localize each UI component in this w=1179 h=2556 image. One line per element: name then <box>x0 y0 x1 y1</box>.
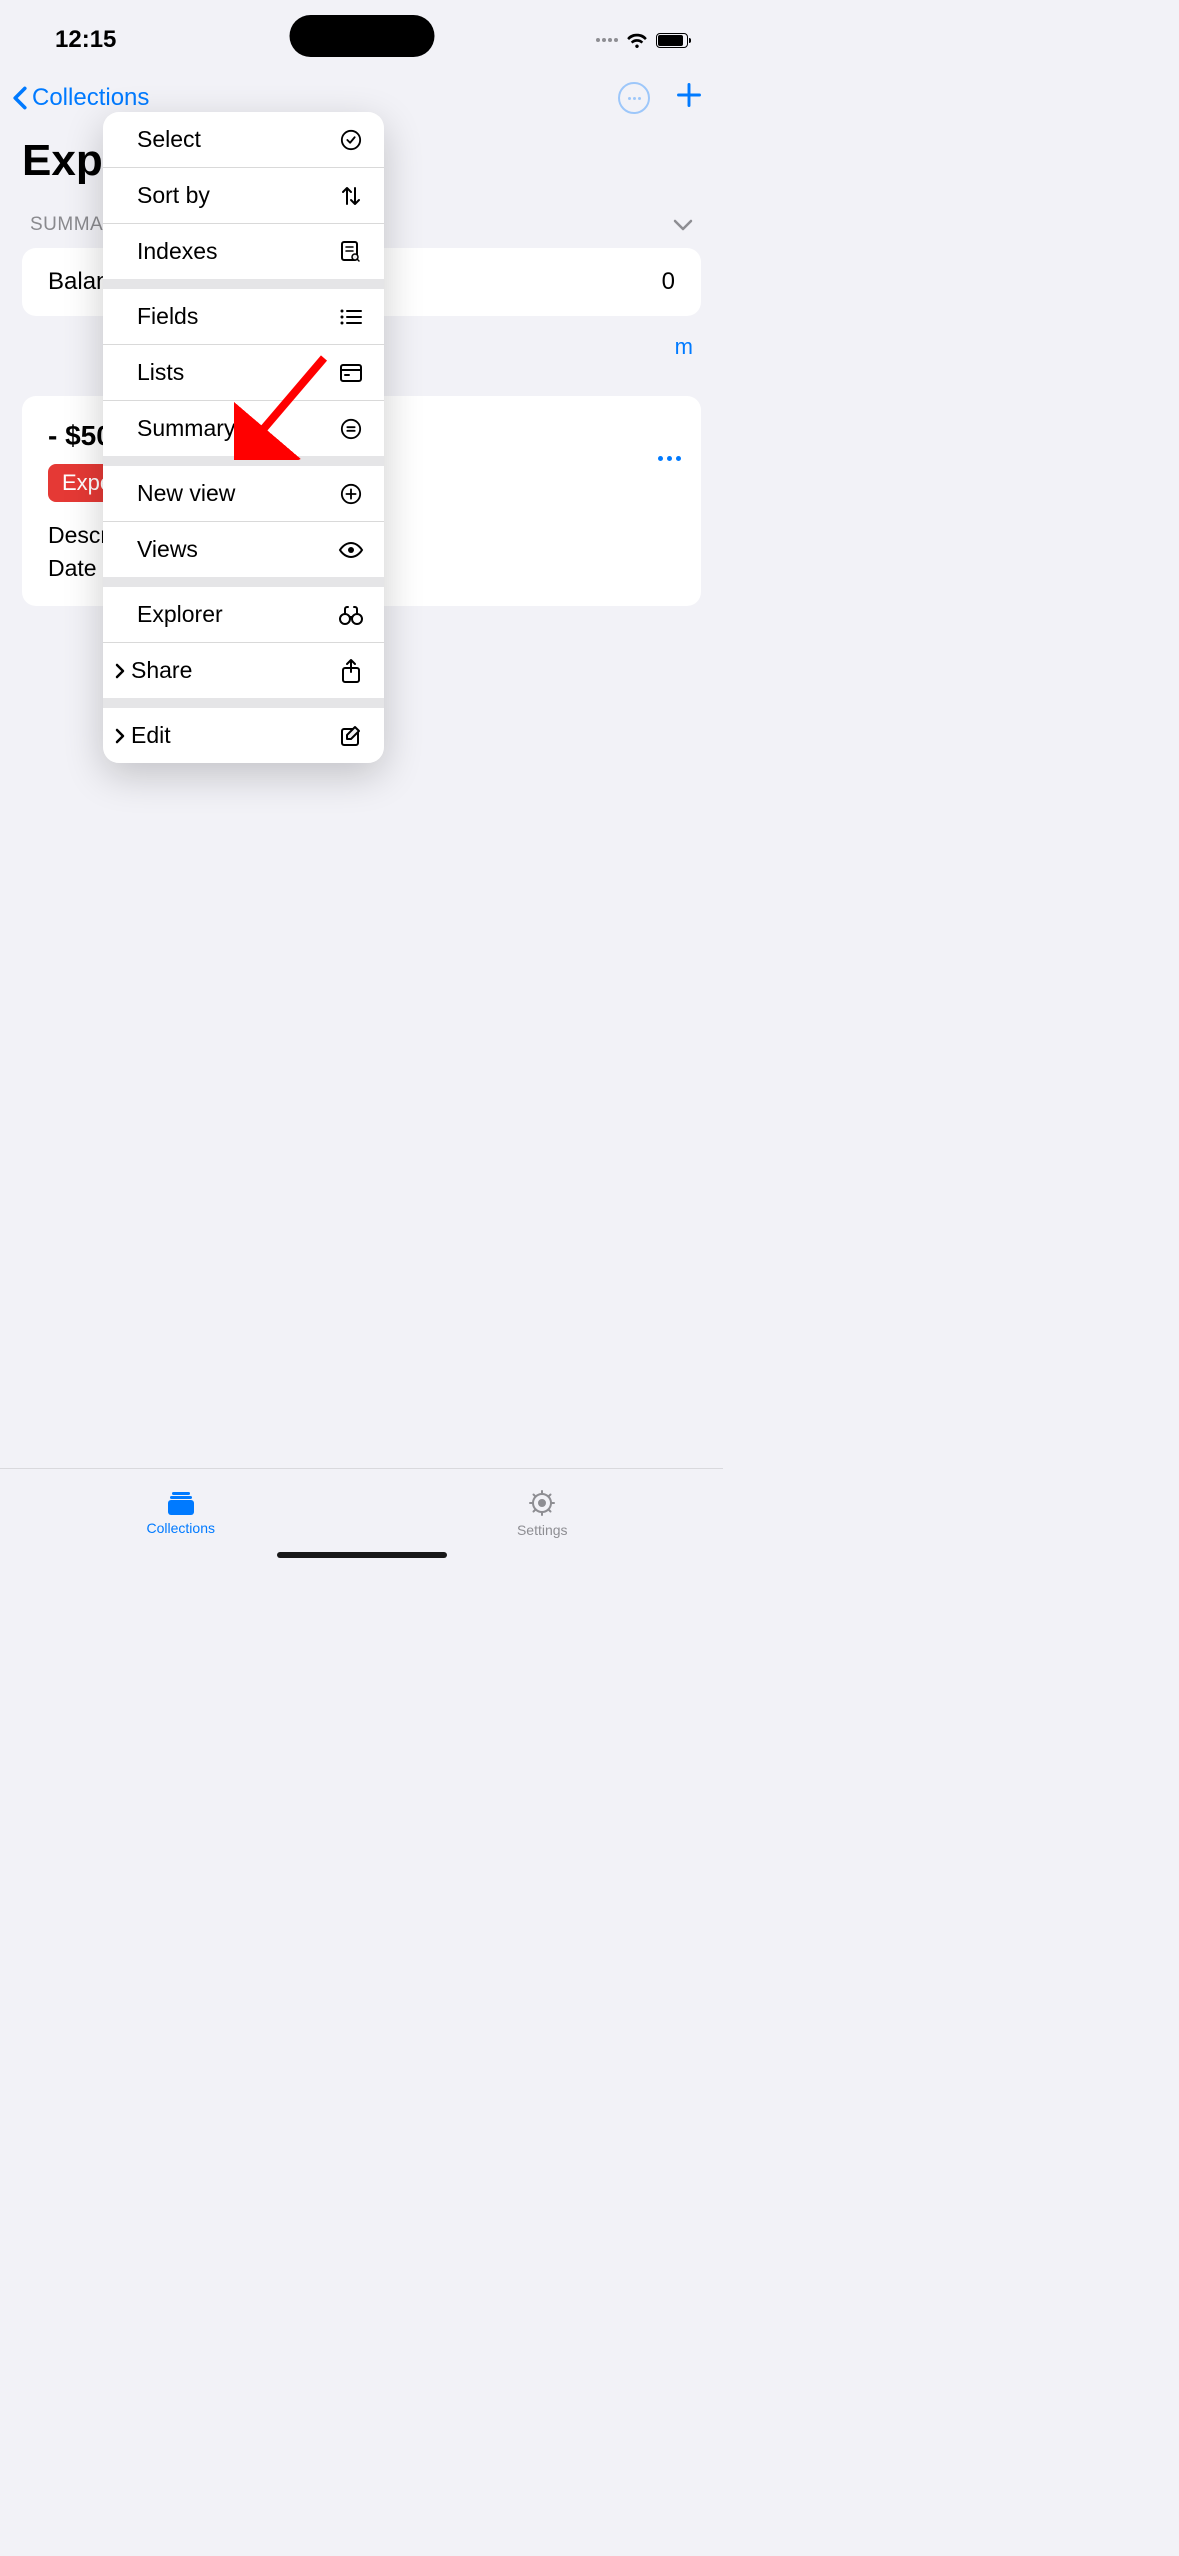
dynamic-island <box>289 15 434 57</box>
tab-label: Settings <box>517 1522 568 1538</box>
menu-label: Edit <box>131 722 171 749</box>
menu-label: Summary <box>137 415 235 442</box>
chevron-right-icon <box>115 663 125 679</box>
plus-icon <box>675 81 703 109</box>
battery-icon <box>656 33 688 48</box>
checkmark-circle-icon <box>338 127 364 153</box>
chevron-right-icon <box>115 728 125 744</box>
menu-label: Indexes <box>137 238 218 265</box>
menu-item-sort-by[interactable]: Sort by <box>103 168 384 224</box>
menu-item-new-view[interactable]: New view <box>103 466 384 522</box>
more-button[interactable] <box>618 82 650 114</box>
menu-item-explorer[interactable]: Explorer <box>103 587 384 643</box>
menu-item-indexes[interactable]: Indexes <box>103 224 384 279</box>
plus-circle-icon <box>338 481 364 507</box>
context-menu: Select Sort by Indexes Fields Lists <box>103 112 384 763</box>
balance-value: 0 <box>662 268 675 296</box>
share-icon <box>338 658 364 684</box>
menu-item-views[interactable]: Views <box>103 522 384 577</box>
list-icon <box>338 304 364 330</box>
menu-item-summary[interactable]: Summary <box>103 401 384 456</box>
menu-item-select[interactable]: Select <box>103 112 384 168</box>
entry-more-button[interactable] <box>658 456 681 461</box>
menu-label: Views <box>137 536 198 563</box>
status-time: 12:15 <box>55 26 116 54</box>
card-list-icon <box>338 360 364 386</box>
menu-label: Explorer <box>137 601 223 628</box>
gear-icon <box>527 1488 557 1518</box>
ellipsis-icon <box>628 97 641 100</box>
back-label: Collections <box>32 84 149 112</box>
menu-label: Lists <box>137 359 184 386</box>
menu-label: Fields <box>137 303 198 330</box>
menu-item-fields[interactable]: Fields <box>103 289 384 345</box>
back-button[interactable]: Collections <box>12 84 149 112</box>
home-indicator[interactable] <box>277 1552 447 1558</box>
menu-item-edit[interactable]: Edit <box>103 708 384 763</box>
cellular-signal-icon <box>596 38 618 42</box>
status-icons <box>596 32 688 48</box>
menu-item-share[interactable]: Share <box>103 643 384 698</box>
sort-arrows-icon <box>338 183 364 209</box>
collections-icon <box>166 1490 196 1516</box>
document-search-icon <box>338 239 364 265</box>
tab-label: Collections <box>147 1520 215 1536</box>
summary-heading: SUMMA <box>30 214 103 236</box>
add-button[interactable] <box>675 78 703 118</box>
menu-label: Select <box>137 126 201 153</box>
pencil-square-icon <box>338 723 364 749</box>
chevron-down-icon[interactable] <box>673 219 693 231</box>
menu-label: Share <box>131 657 192 684</box>
wifi-icon <box>626 32 648 48</box>
menu-label: New view <box>137 480 235 507</box>
menu-label: Sort by <box>137 182 210 209</box>
menu-item-lists[interactable]: Lists <box>103 345 384 401</box>
chevron-left-icon <box>12 86 28 110</box>
binoculars-icon <box>338 602 364 628</box>
eye-icon <box>338 537 364 563</box>
status-bar: 12:15 <box>0 0 723 60</box>
equals-circle-icon <box>338 416 364 442</box>
